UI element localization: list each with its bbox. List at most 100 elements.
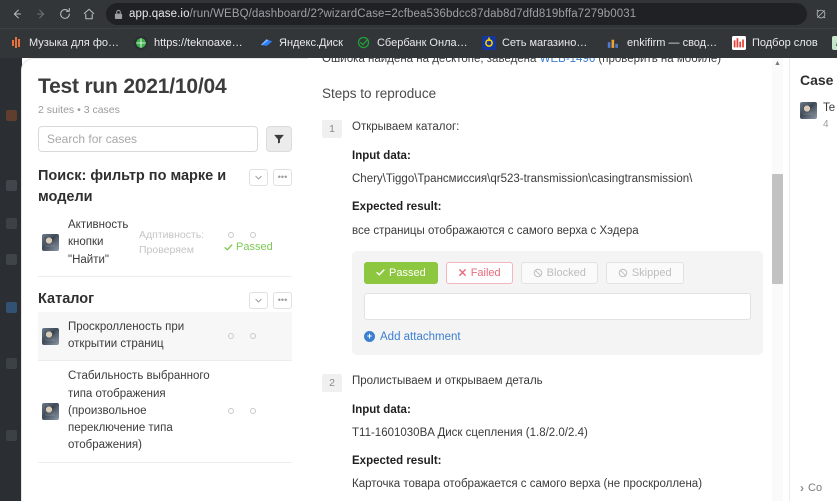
input-data-value: T11-1601030BA Диск сцепления (1.8/2.0/2.…: [352, 426, 588, 439]
step-body: Пролистываем и открываем деталь Input da…: [352, 373, 763, 501]
case-name: Активность кнопки "Найти": [68, 219, 129, 266]
forward-arrow-icon[interactable]: [30, 3, 52, 25]
chevron-down-icon[interactable]: [249, 169, 268, 186]
rail-icon-4[interactable]: [6, 254, 17, 265]
status-dot: [250, 333, 256, 340]
status-dot: [250, 232, 256, 239]
expected-result-value: все страницы отображаются с самого верха…: [352, 224, 639, 237]
bookmark-label: Сеть магазинов Лен...: [501, 36, 593, 49]
bookmark-label: https://teknoaxe.com...: [154, 36, 245, 49]
run-meta: 2 suites • 3 cases: [38, 104, 120, 116]
step-number: 1: [322, 120, 342, 138]
clipped-suffix: (проверить на мобиле): [595, 58, 722, 65]
bookmarks-bar: Музыка для фона в... https://teknoaxe.co…: [0, 28, 837, 56]
expected-result-label: Expected result:: [352, 455, 442, 468]
browser-toolbar: app.qase.io/run/WEBQ/dashboard/2?wizardC…: [0, 0, 837, 28]
url-text: app.qase.io/run/WEBQ/dashboard/2?wizardC…: [129, 8, 636, 20]
case-status: [224, 408, 288, 415]
clipped-description: Ошибка найдена на десктопе, заведена WEB…: [322, 58, 763, 66]
list-item[interactable]: Активность кнопки "Найти" Адптивность: П…: [38, 210, 292, 277]
bookmark-item[interactable]: Сбербанк Онлайн: [350, 32, 475, 54]
reload-icon[interactable]: [54, 3, 76, 25]
search-row: [38, 126, 292, 152]
blocked-button[interactable]: Blocked: [520, 261, 598, 284]
alpha-icon: A: [831, 35, 837, 50]
extension-icon[interactable]: [811, 3, 831, 25]
section-title: Steps to reproduce: [322, 86, 437, 101]
comment-input[interactable]: [364, 292, 751, 320]
bookmark-label: Сбербанк Онлайн: [376, 36, 468, 49]
add-attachment-button[interactable]: + Add attachment: [364, 331, 751, 343]
issue-link[interactable]: WEB-1496: [540, 58, 596, 65]
chevron-down-icon[interactable]: [249, 291, 268, 309]
avatar: [42, 402, 59, 420]
chevron-right-icon: ›: [800, 481, 804, 495]
status-dots: [224, 333, 256, 340]
check-icon: [224, 244, 233, 251]
skipped-button[interactable]: Skipped: [605, 261, 684, 284]
suite-header: Каталог •••: [38, 289, 292, 310]
step-action: Пролистываем и открываем деталь: [352, 374, 543, 387]
case-sub: Адптивность: Проверяем: [139, 228, 205, 256]
bookmark-item[interactable]: Сеть магазинов Лен...: [475, 32, 600, 54]
blocked-label: Blocked: [546, 266, 586, 279]
rail-icon-5[interactable]: [6, 302, 17, 313]
input-data-label: Input data:: [352, 403, 411, 416]
bookmark-item[interactable]: Яндекс.Диск: [252, 32, 350, 54]
main-scrollbar[interactable]: ▲: [772, 58, 783, 501]
expected-result-label: Expected result:: [352, 201, 442, 214]
clipped-prefix: Ошибка найдена на десктопе, заведена: [322, 58, 540, 65]
ellipsis-icon[interactable]: •••: [273, 291, 292, 309]
address-bar[interactable]: app.qase.io/run/WEBQ/dashboard/2?wizardC…: [106, 3, 807, 25]
filter-icon[interactable]: [266, 126, 292, 152]
case-name: Стабильность выбранного типа отображения…: [68, 370, 210, 452]
bookmark-item[interactable]: Музыка для фона в...: [2, 32, 127, 54]
url-host: app.qase.io: [129, 8, 190, 20]
rail-icon-6[interactable]: [6, 358, 17, 369]
right-case-name: Te: [823, 102, 836, 114]
sber-icon: [357, 36, 371, 50]
right-case-item[interactable]: Te 4: [800, 102, 837, 130]
passed-label: Passed: [389, 266, 426, 279]
expected-result-value: Карточка товара отображается с самого ве…: [352, 478, 703, 491]
cases-sidebar: Test run 2021/10/04 2 suites • 3 cases П…: [21, 58, 308, 501]
rail-icon-7[interactable]: [6, 430, 17, 441]
rail-icon-1[interactable]: [6, 110, 17, 121]
comments-toggle[interactable]: › Co: [800, 481, 822, 495]
lenta-icon: [481, 35, 496, 50]
search-input[interactable]: [38, 126, 258, 152]
step-action: Открываем каталог:: [352, 121, 460, 133]
step-number: 2: [322, 373, 342, 392]
case-detail-panel: Ошибка найдена на десктопе, заведена WEB…: [308, 58, 789, 501]
rail-icon-3[interactable]: [6, 218, 17, 229]
step-result-box: Passed Failed Blocked Skipped + Add atta…: [352, 250, 763, 355]
case-detail-content: Ошибка найдена на десктопе, заведена WEB…: [322, 58, 789, 501]
case-status: Passed: [224, 232, 288, 253]
rail-icon-2[interactable]: [6, 180, 17, 191]
right-panel-title: Case: [800, 72, 834, 88]
status-dot: [250, 408, 256, 415]
bookmark-item[interactable]: enkifirm — сводка —...: [600, 32, 725, 54]
bookmark-label: enkifirm — сводка —...: [626, 36, 718, 49]
wordstat-icon: [731, 35, 746, 50]
passed-button[interactable]: Passed: [364, 261, 438, 284]
scroll-up-arrow-icon[interactable]: ▲: [773, 60, 782, 67]
app-page: Test run 2021/10/04 2 suites • 3 cases П…: [0, 58, 837, 501]
ellipsis-icon[interactable]: •••: [273, 169, 292, 186]
home-icon[interactable]: [78, 3, 100, 25]
yandex-disk-icon: [259, 36, 273, 50]
list-item[interactable]: Стабильность выбранного типа отображения…: [38, 361, 292, 463]
bookmark-item[interactable]: A Что такое альтерна...: [825, 32, 837, 54]
skipped-label: Skipped: [631, 266, 672, 279]
ban-icon: [618, 268, 628, 278]
list-item[interactable]: Проскролленость при открытии страниц: [38, 311, 292, 362]
chart-icon: [607, 36, 621, 50]
bookmark-item[interactable]: https://teknoaxe.com...: [127, 32, 252, 54]
failed-button[interactable]: Failed: [445, 261, 513, 284]
bookmark-label: Подбор слов: [751, 36, 818, 49]
suite-actions: •••: [249, 169, 292, 186]
scrollbar-thumb[interactable]: [772, 174, 783, 284]
check-icon: [376, 269, 385, 276]
bookmark-item[interactable]: Подбор слов: [725, 32, 825, 54]
back-arrow-icon[interactable]: [6, 3, 28, 25]
